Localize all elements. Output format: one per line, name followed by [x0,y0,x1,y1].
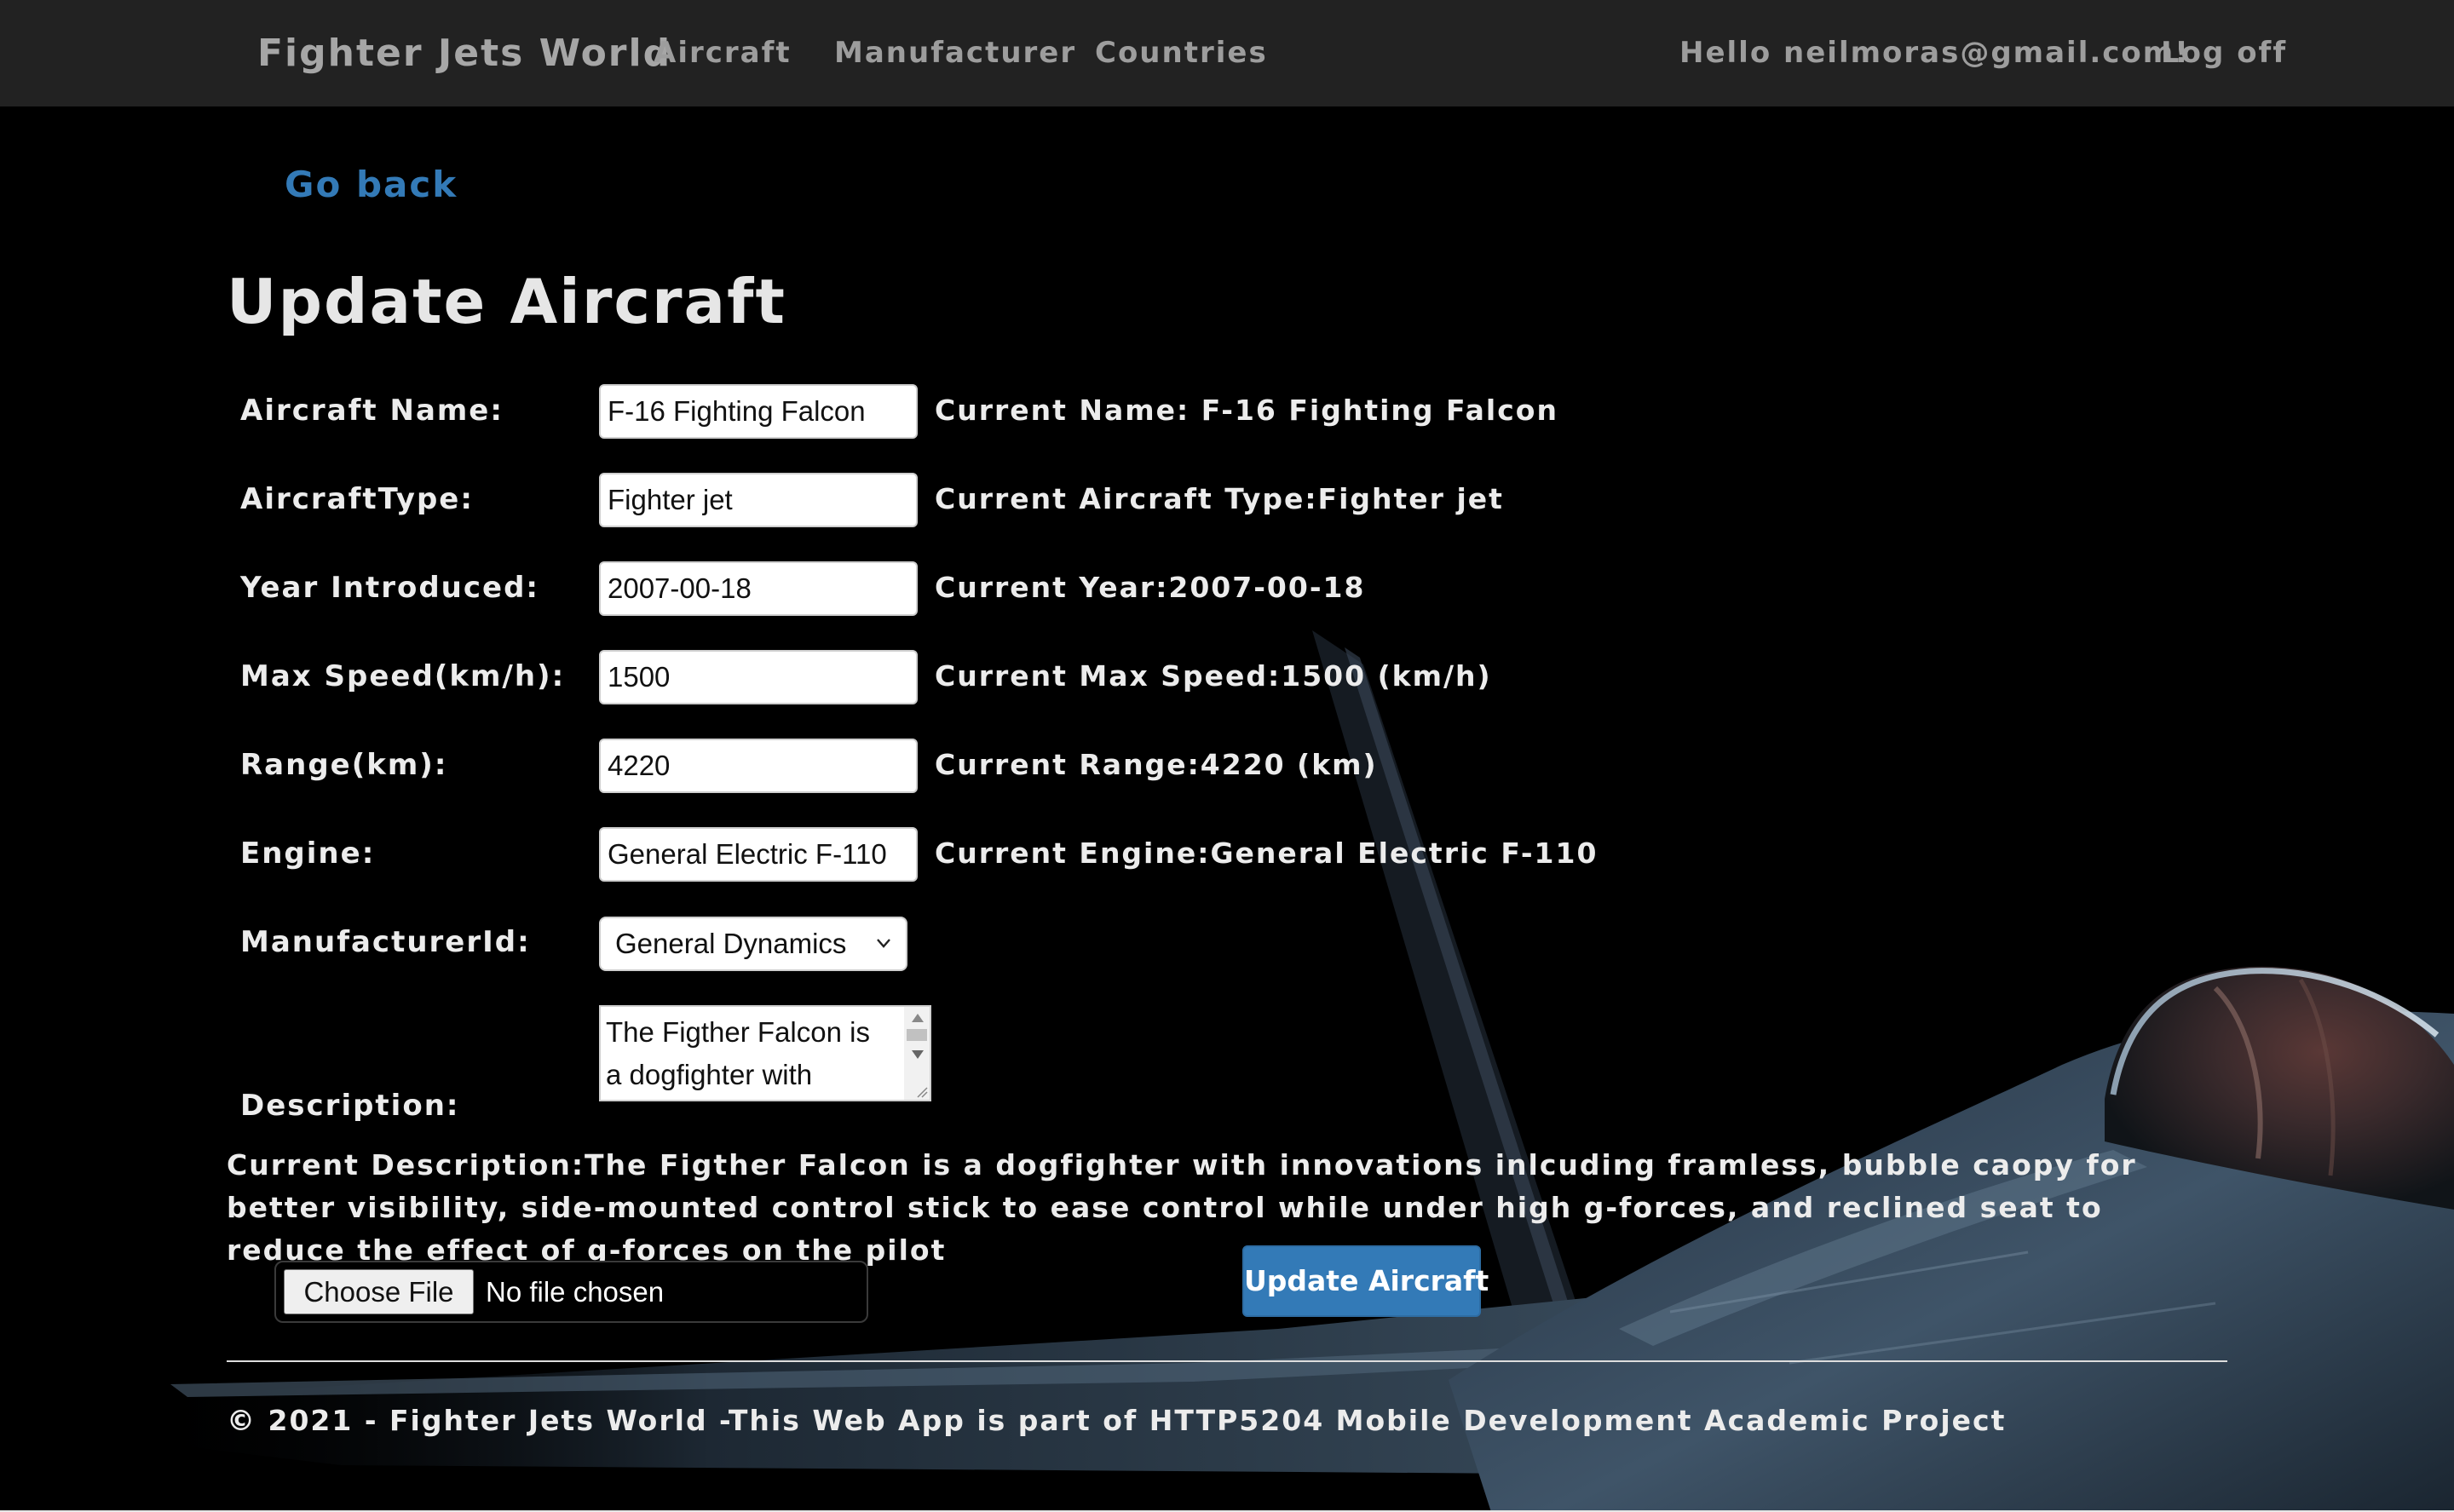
current-max-speed-text: Current Max Speed:1500 (km/h) [935,659,1492,693]
description-label: Description: [240,1089,460,1123]
current-range-text: Current Range:4220 (km) [935,748,1378,781]
range-input[interactable] [599,739,918,793]
current-aircraft-type-text: Current Aircraft Type:Fighter jet [935,482,1504,515]
aircraft-type-input[interactable] [599,473,918,527]
range-label: Range(km): [240,748,448,782]
engine-input[interactable] [599,827,918,882]
year-introduced-label: Year Introduced: [240,571,540,605]
user-greeting-link[interactable]: Hello neilmoras@gmail.com! [1679,0,2190,106]
page: Fighter Jets World Aircraft Manufacturer… [0,0,2454,1512]
main-content: Go back Update Aircraft Aircraft Name: C… [0,0,2454,1512]
manufacturer-selected-value: General Dynamics [615,928,847,959]
nav-link-manufacturer[interactable]: Manufacturer [834,0,1076,106]
year-introduced-input[interactable] [599,561,918,616]
current-year-text: Current Year:2007-00-18 [935,571,1366,604]
choose-file-button[interactable]: Choose File [284,1269,474,1314]
current-name-text: Current Name: F-16 Fighting Falcon [935,394,1558,427]
resize-grip-icon[interactable] [916,1086,928,1098]
go-back-link[interactable]: Go back [285,164,458,205]
update-aircraft-button[interactable]: Update Aircraft [1242,1245,1489,1317]
aircraft-name-input[interactable] [599,384,918,439]
manufacturer-select[interactable]: General Dynamics [599,917,907,971]
description-textarea-text: The Figther Falcon is a dogfighter with [606,1016,870,1090]
chevron-down-icon [877,939,890,948]
engine-label: Engine: [240,836,376,871]
nav-link-countries[interactable]: Countries [1095,0,1268,106]
brand-link[interactable]: Fighter Jets World [257,0,671,106]
top-navbar: Fighter Jets World Aircraft Manufacturer… [0,0,2454,106]
scroll-up-arrow-icon[interactable] [912,1014,924,1022]
max-speed-input[interactable] [599,650,918,704]
description-textarea[interactable]: The Figther Falcon is a dogfighter with [599,1005,931,1101]
max-speed-label: Max Speed(km/h): [240,659,566,693]
footer-copyright: © 2021 - Fighter Jets World -This Web Ap… [227,1404,2007,1437]
aircraft-name-label: Aircraft Name: [240,394,504,428]
aircraft-type-label: AircraftType: [240,482,474,516]
scroll-down-arrow-icon[interactable] [912,1050,924,1059]
manufacturer-id-label: ManufacturerId: [240,925,531,959]
page-title: Update Aircraft [227,266,786,337]
current-engine-text: Current Engine:General Electric F-110 [935,836,1599,870]
scrollbar-thumb[interactable] [907,1029,927,1041]
current-description-text: Current Description:The Figther Falcon i… [227,1148,2137,1267]
footer-divider [227,1360,2227,1362]
image-file-input[interactable]: Choose File No file chosen [274,1261,868,1323]
nav-link-aircraft[interactable]: Aircraft [654,0,792,106]
file-status-text: No file chosen [486,1276,665,1308]
log-off-link[interactable]: Log off [2161,0,2287,106]
